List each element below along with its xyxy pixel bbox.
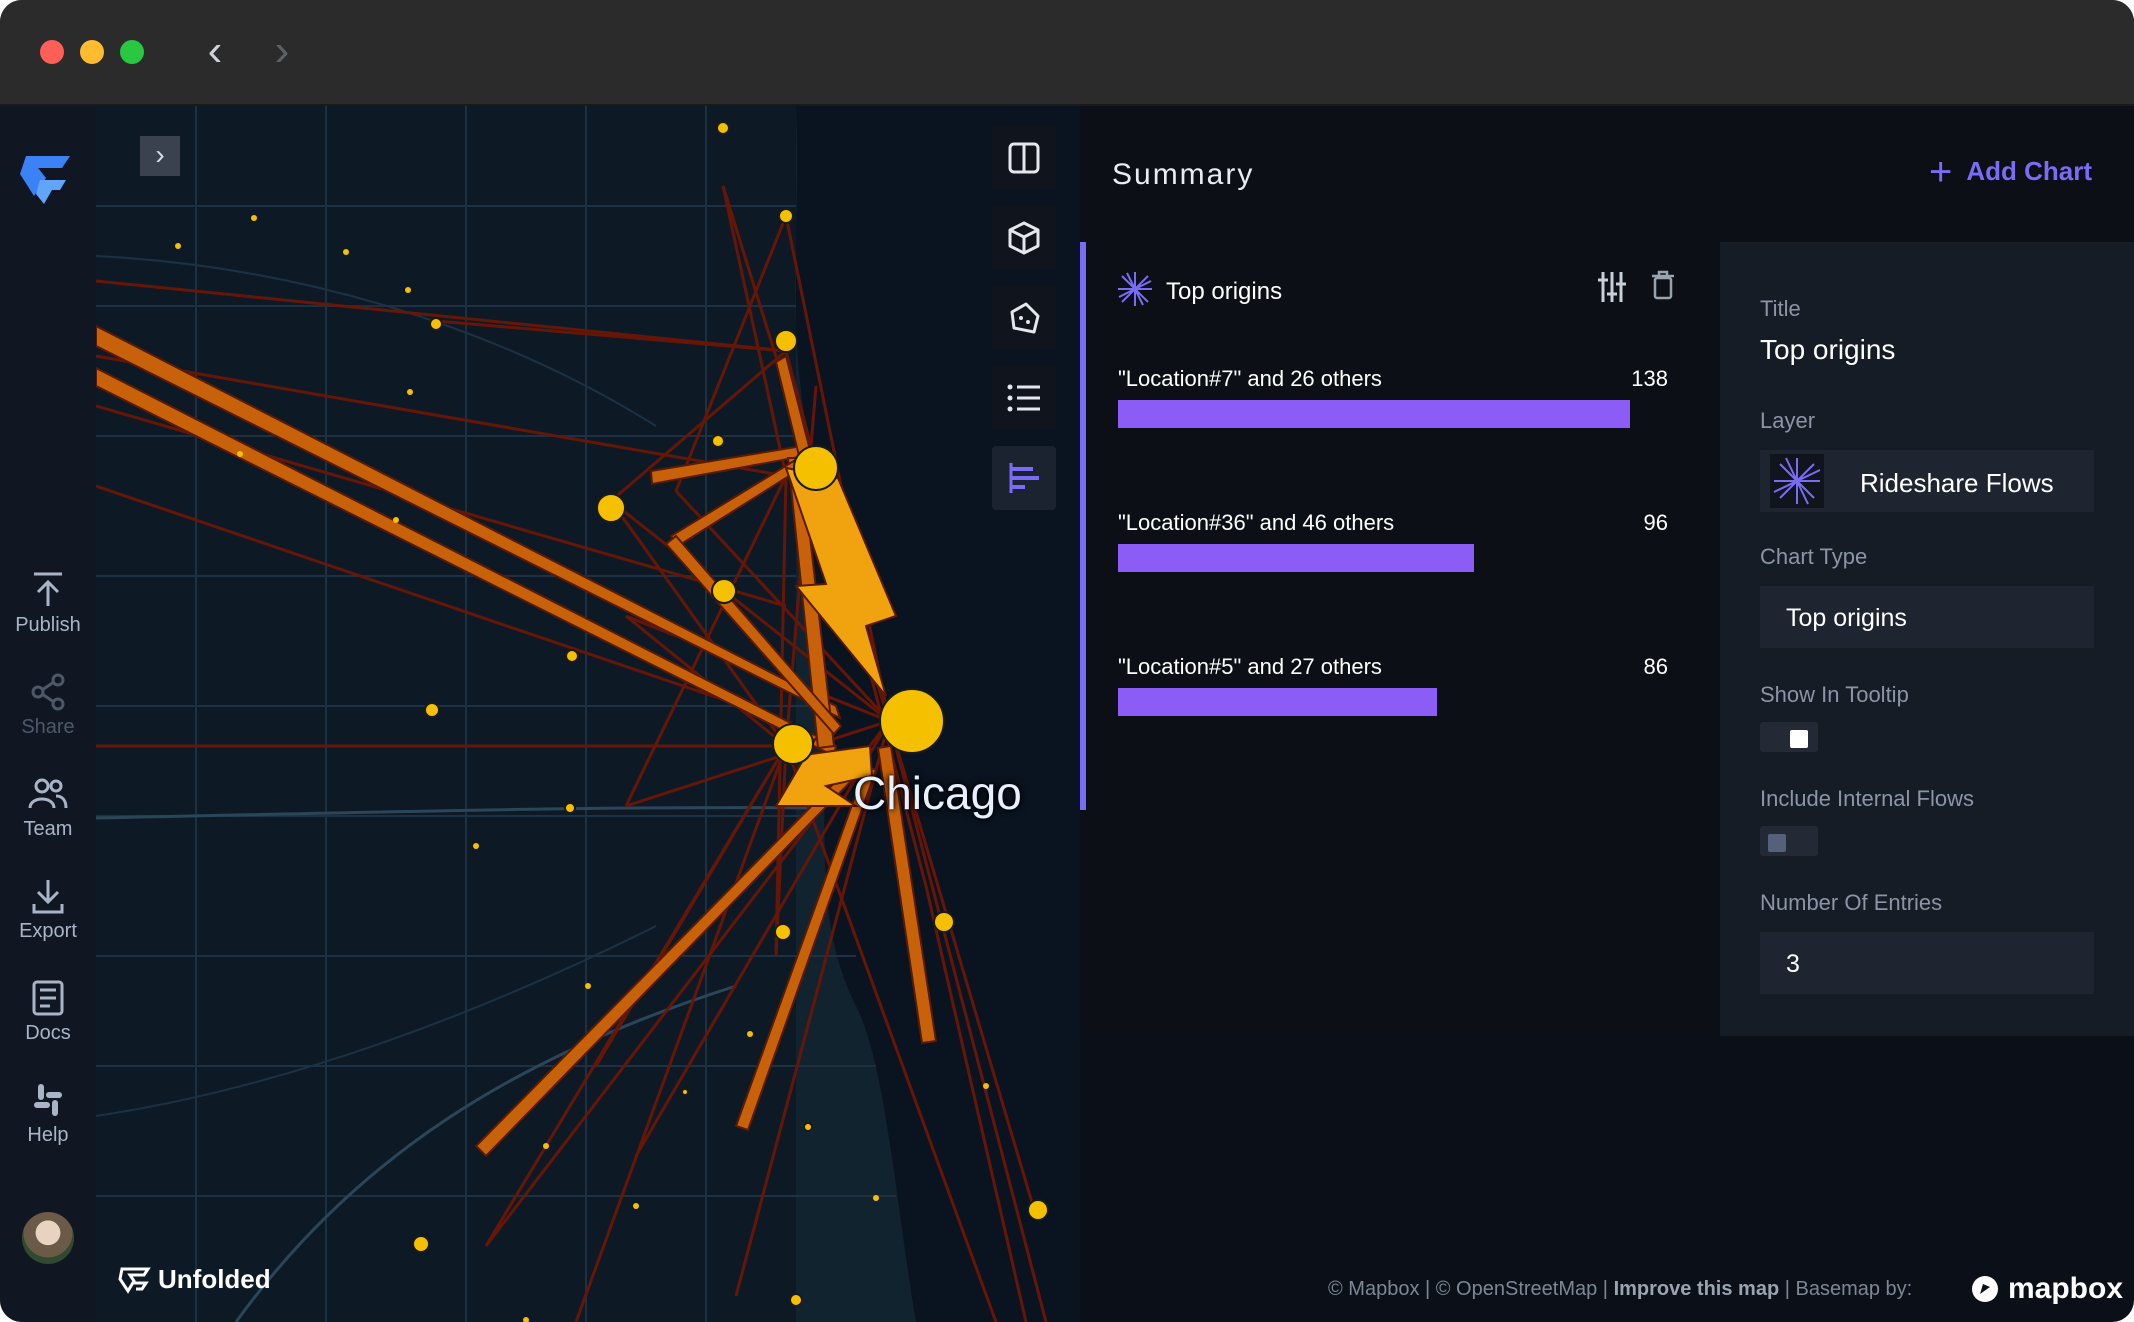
- title-label: Title: [1760, 296, 1801, 321]
- mapbox-logo[interactable]: mapbox: [1970, 1272, 2123, 1306]
- layer-label: Layer: [1760, 408, 1816, 433]
- separator: |: [1779, 1278, 1796, 1300]
- 3d-cube-icon: [1008, 221, 1040, 255]
- row-value: 86: [1643, 654, 1668, 679]
- chart-selection-accent: [1080, 242, 1086, 810]
- toggle-knob: [1790, 730, 1808, 748]
- draw-polygon-icon: [1010, 302, 1040, 334]
- row-bar: [1118, 688, 1437, 716]
- export-icon: [32, 880, 64, 914]
- summary-panel: Summary + Add Chart Top origins "Locatio…: [1080, 106, 2134, 1036]
- sidebar-item-label: Publish: [15, 614, 81, 636]
- flow-layer-icon: [1118, 272, 1152, 306]
- sidebar-item-label: Docs: [25, 1022, 71, 1044]
- add-chart-button[interactable]: + Add Chart: [1928, 149, 2092, 194]
- plus-icon: +: [1928, 149, 1953, 194]
- sidebar: Publish Share Team Export Docs Help: [0, 106, 96, 1322]
- row-bar: [1118, 544, 1474, 572]
- mapbox-logo-icon: [1972, 1276, 1998, 1302]
- minimize-window-button[interactable]: [80, 40, 104, 64]
- chart-tools: [1598, 270, 1676, 304]
- forward-button[interactable]: ›: [262, 28, 302, 74]
- team-icon: [28, 778, 68, 809]
- 3d-view-button[interactable]: [992, 206, 1056, 270]
- unfolded-logo-icon[interactable]: [16, 148, 80, 208]
- map-attribution: © Mapbox | © OpenStreetMap | Improve thi…: [1328, 1278, 1912, 1301]
- title-value[interactable]: Top origins: [1760, 334, 1895, 366]
- draw-polygon-button[interactable]: [992, 286, 1056, 350]
- number-of-entries-input[interactable]: 3: [1760, 932, 2094, 994]
- show-in-tooltip-toggle[interactable]: [1760, 722, 1818, 752]
- osm-attribution-link[interactable]: © OpenStreetMap: [1436, 1278, 1597, 1300]
- panel-title: Summary: [1112, 158, 1255, 191]
- expand-panel-button[interactable]: ›: [140, 136, 180, 176]
- sidebar-item-help[interactable]: Help: [0, 1080, 96, 1147]
- chart-settings: Title Top origins Layer Rideshare Flows …: [1720, 242, 2134, 1036]
- unfolded-brand[interactable]: Unfolded: [118, 1264, 271, 1295]
- number-of-entries-value: 3: [1786, 950, 1800, 978]
- include-internal-flows-toggle[interactable]: [1760, 826, 1818, 856]
- row-bar: [1118, 400, 1630, 428]
- publish-icon: [34, 572, 62, 606]
- sidebar-item-docs[interactable]: Docs: [0, 978, 96, 1045]
- sidebar-item-team[interactable]: Team: [0, 774, 96, 841]
- row-label: "Location#5" and 27 others: [1118, 654, 1382, 679]
- charts-icon: [1009, 463, 1039, 493]
- share-icon: [31, 673, 65, 711]
- slack-icon: [34, 1084, 62, 1116]
- layer-list-icon: [1007, 384, 1040, 412]
- chart-type-label: Chart Type: [1760, 544, 1868, 569]
- separator: |: [1597, 1278, 1614, 1300]
- include-internal-flows-label: Include Internal Flows: [1760, 786, 1974, 811]
- sidebar-item-label: Help: [27, 1124, 69, 1146]
- sidebar-item-publish[interactable]: Publish: [0, 570, 96, 637]
- number-of-entries-label: Number Of Entries: [1760, 890, 1943, 915]
- chart-title: Top origins: [1166, 278, 1283, 305]
- unfolded-logo-icon: [118, 1267, 151, 1294]
- separator: |: [1419, 1278, 1436, 1300]
- improve-map-link[interactable]: Improve this map: [1614, 1278, 1780, 1300]
- row-label: "Location#7" and 26 others: [1118, 366, 1382, 391]
- split-map-icon: [1008, 142, 1040, 174]
- chart-settings-icon[interactable]: [1598, 270, 1626, 304]
- close-window-button[interactable]: [40, 40, 64, 64]
- flow-layer-icon: [1770, 454, 1824, 508]
- chart-card: Top origins "Location#7" and 26 others 1…: [1080, 242, 1720, 1036]
- city-label: Chicago: [853, 767, 1022, 819]
- sidebar-item-export[interactable]: Export: [0, 876, 96, 943]
- app-window: ‹ › Publish Share Team Export Docs Help …: [0, 0, 2134, 1322]
- map-canvas[interactable]: [96, 106, 1080, 1322]
- row-value: 96: [1643, 510, 1668, 535]
- split-map-button[interactable]: [992, 126, 1056, 190]
- mapbox-logo-label: mapbox: [2008, 1272, 2124, 1305]
- back-button[interactable]: ‹: [195, 28, 235, 74]
- basemap-label: Basemap by:: [1795, 1278, 1913, 1300]
- avatar[interactable]: [22, 1212, 74, 1264]
- row-value: 138: [1631, 366, 1668, 391]
- layer-value: Rideshare Flows: [1860, 468, 2054, 498]
- sidebar-item-share[interactable]: Share: [0, 672, 96, 739]
- toggle-knob: [1768, 834, 1786, 852]
- layer-legend-button[interactable]: [992, 366, 1056, 430]
- sidebar-item-label: Team: [23, 818, 73, 840]
- sidebar-item-label: Share: [21, 716, 75, 738]
- map-view[interactable]: › Chicago Unfolded: [96, 106, 1080, 1322]
- chart-type-value: Top origins: [1786, 604, 1907, 632]
- chart-type-select[interactable]: Top origins: [1760, 586, 2094, 648]
- mapbox-attribution-link[interactable]: © Mapbox: [1328, 1278, 1419, 1300]
- show-in-tooltip-label: Show In Tooltip: [1760, 682, 1909, 707]
- map-toolbar: [992, 126, 1056, 526]
- title-bar: ‹ ›: [0, 0, 2134, 106]
- row-label: "Location#36" and 46 others: [1118, 510, 1395, 535]
- docs-icon: [32, 980, 64, 1016]
- zoom-window-button[interactable]: [120, 40, 144, 64]
- add-chart-label: Add Chart: [1966, 156, 2092, 186]
- delete-chart-icon[interactable]: [1650, 270, 1676, 300]
- brand-label: Unfolded: [158, 1264, 271, 1294]
- layer-select[interactable]: Rideshare Flows: [1760, 450, 2094, 512]
- charts-button[interactable]: [992, 446, 1056, 510]
- sidebar-item-label: Export: [19, 920, 77, 942]
- panel-header: Summary + Add Chart: [1080, 106, 2134, 242]
